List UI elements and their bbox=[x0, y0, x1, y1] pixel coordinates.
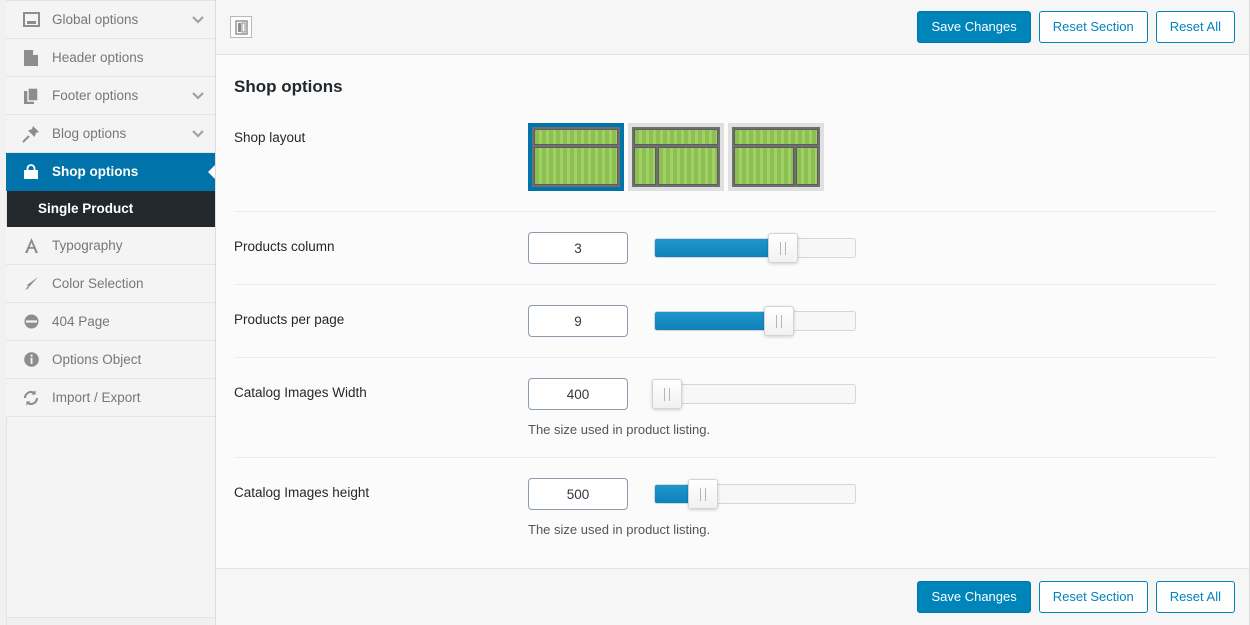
layout-option-left-sidebar[interactable] bbox=[628, 123, 724, 191]
no-chevron bbox=[191, 277, 205, 291]
no-chevron bbox=[191, 165, 205, 179]
sidebar-empty-area bbox=[6, 417, 215, 618]
reset-section-button-top[interactable]: Reset Section bbox=[1038, 10, 1148, 44]
grip-icon bbox=[776, 314, 782, 328]
field-label: Catalog Images Width bbox=[234, 385, 367, 400]
reset-section-button-bottom[interactable]: Reset Section bbox=[1038, 580, 1148, 614]
stacked-pages-icon bbox=[20, 85, 42, 107]
sidebar-subitem-single-product[interactable]: Single Product bbox=[6, 191, 215, 227]
field-label: Products column bbox=[234, 239, 335, 254]
grip-icon bbox=[780, 241, 786, 255]
sidebar-item-label: Color Selection bbox=[52, 276, 144, 291]
slider-fill bbox=[655, 312, 773, 330]
field-products-per-page: Products per page bbox=[234, 285, 1215, 358]
chevron-down-icon[interactable] bbox=[191, 89, 205, 103]
catalog-images-height-slider[interactable] bbox=[654, 479, 856, 509]
options-content: Shop options Shop layout Products column… bbox=[216, 55, 1249, 568]
sidebar-item-header-options[interactable]: Header options bbox=[6, 39, 215, 77]
sidebar-subitem-label: Single Product bbox=[38, 201, 134, 216]
field-products-column: Products column bbox=[234, 212, 1215, 285]
sidebar-item-global-options[interactable]: Global options bbox=[6, 1, 215, 39]
products-column-input[interactable] bbox=[528, 232, 628, 264]
grip-icon bbox=[700, 487, 706, 501]
no-chevron bbox=[191, 239, 205, 253]
field-catalog-images-height: Catalog Images height The size used in p… bbox=[234, 458, 1215, 557]
sidebar-item-typography[interactable]: Typography bbox=[6, 227, 215, 265]
sidebar-item-label: Typography bbox=[52, 238, 123, 253]
field-label: Shop layout bbox=[234, 130, 306, 145]
sidebar-item-import-export[interactable]: Import / Export bbox=[6, 379, 215, 417]
page-title: Shop options bbox=[234, 77, 343, 96]
sidebar-item-label: Options Object bbox=[52, 352, 142, 367]
info-icon bbox=[20, 349, 42, 371]
reset-all-button-top[interactable]: Reset All bbox=[1155, 10, 1235, 44]
save-changes-button-bottom[interactable]: Save Changes bbox=[917, 580, 1031, 614]
catalog-images-width-slider[interactable] bbox=[652, 379, 856, 409]
paintbrush-icon bbox=[20, 273, 42, 295]
sidebar-item-label: Global options bbox=[52, 12, 139, 27]
no-chevron bbox=[191, 51, 205, 65]
layout-option-full-width[interactable] bbox=[528, 123, 624, 191]
sidebar-item-blog-options[interactable]: Blog options bbox=[6, 115, 215, 153]
options-sidebar: Global options Header options Footer opt… bbox=[0, 0, 216, 625]
products-per-page-input[interactable] bbox=[528, 305, 628, 337]
no-chevron bbox=[191, 391, 205, 405]
catalog-images-height-input[interactable] bbox=[528, 478, 628, 510]
field-catalog-images-width: Catalog Images Width The size used in pr… bbox=[234, 358, 1215, 458]
products-per-page-slider[interactable] bbox=[654, 306, 856, 336]
layout-option-right-sidebar[interactable] bbox=[728, 123, 824, 191]
shopping-bag-icon bbox=[20, 161, 42, 183]
circle-slash-icon bbox=[20, 311, 42, 333]
sidebar-item-label: Blog options bbox=[52, 126, 127, 141]
expand-panel-icon[interactable] bbox=[230, 16, 252, 38]
field-shop-layout: Shop layout bbox=[234, 103, 1215, 212]
sidebar-item-color-selection[interactable]: Color Selection bbox=[6, 265, 215, 303]
page-corner-icon bbox=[20, 47, 42, 69]
chevron-down-icon[interactable] bbox=[191, 13, 205, 27]
window-icon bbox=[20, 9, 42, 31]
field-help-text: The size used in product listing. bbox=[528, 522, 711, 537]
refresh-icon bbox=[20, 387, 42, 409]
slider-handle[interactable] bbox=[652, 379, 682, 409]
pushpin-icon bbox=[20, 123, 42, 145]
reset-all-button-bottom[interactable]: Reset All bbox=[1155, 580, 1235, 614]
save-changes-button-top[interactable]: Save Changes bbox=[917, 10, 1031, 44]
sidebar-item-label: Header options bbox=[52, 50, 144, 65]
sidebar-item-404-page[interactable]: 404 Page bbox=[6, 303, 215, 341]
bottom-toolbar: Save Changes Reset Section Reset All bbox=[216, 568, 1249, 625]
theme-options-panel: Global options Header options Footer opt… bbox=[0, 0, 1250, 625]
no-chevron bbox=[191, 353, 205, 367]
field-help-text: The size used in product listing. bbox=[528, 422, 711, 437]
shop-layout-image-select bbox=[528, 123, 1215, 191]
sidebar-item-label: Footer options bbox=[52, 88, 139, 103]
letter-a-icon bbox=[20, 235, 42, 257]
sidebar-item-label: Import / Export bbox=[52, 390, 141, 405]
chevron-down-icon[interactable] bbox=[191, 127, 205, 141]
catalog-images-width-input[interactable] bbox=[528, 378, 628, 410]
sidebar-item-options-object[interactable]: Options Object bbox=[6, 341, 215, 379]
no-chevron bbox=[191, 315, 205, 329]
slider-handle[interactable] bbox=[768, 233, 798, 263]
products-column-slider[interactable] bbox=[654, 233, 856, 263]
grip-icon bbox=[664, 387, 670, 401]
slider-fill bbox=[655, 239, 779, 257]
sidebar-item-shop-options[interactable]: Shop options bbox=[6, 153, 215, 191]
sidebar-item-label: Shop options bbox=[52, 164, 139, 179]
slider-handle[interactable] bbox=[764, 306, 794, 336]
sidebar-item-label: 404 Page bbox=[52, 314, 110, 329]
slider-handle[interactable] bbox=[688, 479, 718, 509]
top-toolbar: Save Changes Reset Section Reset All bbox=[216, 0, 1249, 55]
field-label: Products per page bbox=[234, 312, 345, 327]
sidebar-item-footer-options[interactable]: Footer options bbox=[6, 77, 215, 115]
sidebar-tail bbox=[6, 618, 215, 625]
field-label: Catalog Images height bbox=[234, 485, 370, 500]
options-main-panel: Save Changes Reset Section Reset All Sho… bbox=[216, 0, 1250, 625]
